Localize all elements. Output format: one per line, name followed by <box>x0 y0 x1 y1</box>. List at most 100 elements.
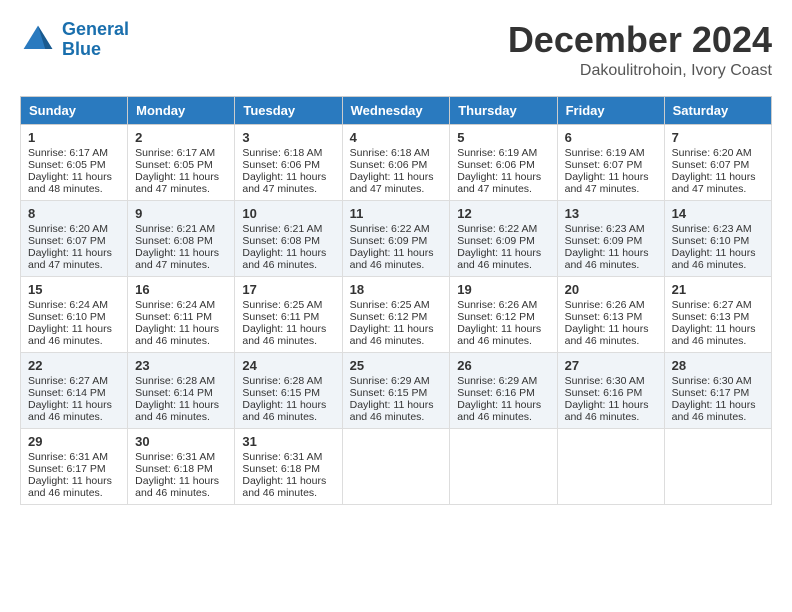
day-number: 15 <box>28 282 120 297</box>
daylight-label: Daylight: 11 hours and 46 minutes. <box>457 247 541 271</box>
sunrise-label: Sunrise: 6:24 AM <box>135 299 215 311</box>
day-number: 24 <box>242 358 334 373</box>
table-row: 17Sunrise: 6:25 AMSunset: 6:11 PMDayligh… <box>235 276 342 352</box>
sunrise-label: Sunrise: 6:19 AM <box>565 147 645 159</box>
logo-icon <box>20 22 56 58</box>
daylight-label: Daylight: 11 hours and 46 minutes. <box>457 323 541 347</box>
table-row: 2Sunrise: 6:17 AMSunset: 6:05 PMDaylight… <box>128 124 235 200</box>
sunrise-label: Sunrise: 6:20 AM <box>28 223 108 235</box>
sunrise-label: Sunrise: 6:23 AM <box>672 223 752 235</box>
daylight-label: Daylight: 11 hours and 46 minutes. <box>28 475 112 499</box>
table-row: 8Sunrise: 6:20 AMSunset: 6:07 PMDaylight… <box>21 200 128 276</box>
table-row: 23Sunrise: 6:28 AMSunset: 6:14 PMDayligh… <box>128 352 235 428</box>
calendar-week-row: 1Sunrise: 6:17 AMSunset: 6:05 PMDaylight… <box>21 124 772 200</box>
table-row: 7Sunrise: 6:20 AMSunset: 6:07 PMDaylight… <box>664 124 771 200</box>
sunset-label: Sunset: 6:13 PM <box>672 311 750 323</box>
table-row: 30Sunrise: 6:31 AMSunset: 6:18 PMDayligh… <box>128 428 235 504</box>
sunrise-label: Sunrise: 6:26 AM <box>457 299 537 311</box>
sunset-label: Sunset: 6:13 PM <box>565 311 643 323</box>
col-sunday: Sunday <box>21 96 128 124</box>
sunset-label: Sunset: 6:12 PM <box>457 311 535 323</box>
sunrise-label: Sunrise: 6:22 AM <box>350 223 430 235</box>
sunset-label: Sunset: 6:05 PM <box>28 159 106 171</box>
sunrise-label: Sunrise: 6:28 AM <box>135 375 215 387</box>
day-number: 29 <box>28 434 120 449</box>
sunrise-label: Sunrise: 6:26 AM <box>565 299 645 311</box>
sunset-label: Sunset: 6:11 PM <box>135 311 212 323</box>
day-number: 6 <box>565 130 657 145</box>
sunset-label: Sunset: 6:10 PM <box>28 311 106 323</box>
table-row: 26Sunrise: 6:29 AMSunset: 6:16 PMDayligh… <box>450 352 557 428</box>
sunrise-label: Sunrise: 6:30 AM <box>672 375 752 387</box>
sunset-label: Sunset: 6:07 PM <box>28 235 106 247</box>
daylight-label: Daylight: 11 hours and 48 minutes. <box>28 171 112 195</box>
sunset-label: Sunset: 6:05 PM <box>135 159 213 171</box>
table-row: 15Sunrise: 6:24 AMSunset: 6:10 PMDayligh… <box>21 276 128 352</box>
sunrise-label: Sunrise: 6:17 AM <box>135 147 215 159</box>
sunrise-label: Sunrise: 6:17 AM <box>28 147 108 159</box>
table-row <box>557 428 664 504</box>
sunrise-label: Sunrise: 6:31 AM <box>28 451 108 463</box>
sunrise-label: Sunrise: 6:23 AM <box>565 223 645 235</box>
sunset-label: Sunset: 6:09 PM <box>565 235 643 247</box>
daylight-label: Daylight: 11 hours and 47 minutes. <box>135 247 219 271</box>
sunrise-label: Sunrise: 6:27 AM <box>672 299 752 311</box>
sunset-label: Sunset: 6:16 PM <box>565 387 643 399</box>
sunset-label: Sunset: 6:17 PM <box>672 387 750 399</box>
sunset-label: Sunset: 6:06 PM <box>350 159 428 171</box>
day-number: 26 <box>457 358 549 373</box>
table-row <box>664 428 771 504</box>
title-block: December 2024 Dakoulitrohoin, Ivory Coas… <box>508 20 772 80</box>
daylight-label: Daylight: 11 hours and 47 minutes. <box>457 171 541 195</box>
day-number: 12 <box>457 206 549 221</box>
table-row: 1Sunrise: 6:17 AMSunset: 6:05 PMDaylight… <box>21 124 128 200</box>
daylight-label: Daylight: 11 hours and 47 minutes. <box>28 247 112 271</box>
daylight-label: Daylight: 11 hours and 46 minutes. <box>565 399 649 423</box>
logo: General Blue <box>20 20 129 60</box>
table-row: 14Sunrise: 6:23 AMSunset: 6:10 PMDayligh… <box>664 200 771 276</box>
sunset-label: Sunset: 6:07 PM <box>672 159 750 171</box>
daylight-label: Daylight: 11 hours and 47 minutes. <box>565 171 649 195</box>
day-number: 9 <box>135 206 227 221</box>
table-row: 3Sunrise: 6:18 AMSunset: 6:06 PMDaylight… <box>235 124 342 200</box>
sunset-label: Sunset: 6:15 PM <box>350 387 428 399</box>
col-tuesday: Tuesday <box>235 96 342 124</box>
col-wednesday: Wednesday <box>342 96 450 124</box>
table-row: 31Sunrise: 6:31 AMSunset: 6:18 PMDayligh… <box>235 428 342 504</box>
day-number: 31 <box>242 434 334 449</box>
calendar-week-row: 29Sunrise: 6:31 AMSunset: 6:17 PMDayligh… <box>21 428 772 504</box>
calendar-week-row: 22Sunrise: 6:27 AMSunset: 6:14 PMDayligh… <box>21 352 772 428</box>
col-thursday: Thursday <box>450 96 557 124</box>
sunrise-label: Sunrise: 6:31 AM <box>242 451 322 463</box>
table-row: 16Sunrise: 6:24 AMSunset: 6:11 PMDayligh… <box>128 276 235 352</box>
sunrise-label: Sunrise: 6:29 AM <box>457 375 537 387</box>
day-number: 21 <box>672 282 764 297</box>
day-number: 30 <box>135 434 227 449</box>
day-number: 7 <box>672 130 764 145</box>
daylight-label: Daylight: 11 hours and 47 minutes. <box>350 171 434 195</box>
day-number: 27 <box>565 358 657 373</box>
sunrise-label: Sunrise: 6:30 AM <box>565 375 645 387</box>
daylight-label: Daylight: 11 hours and 46 minutes. <box>457 399 541 423</box>
daylight-label: Daylight: 11 hours and 46 minutes. <box>28 323 112 347</box>
daylight-label: Daylight: 11 hours and 47 minutes. <box>242 171 326 195</box>
table-row: 6Sunrise: 6:19 AMSunset: 6:07 PMDaylight… <box>557 124 664 200</box>
sunset-label: Sunset: 6:14 PM <box>28 387 106 399</box>
table-row: 5Sunrise: 6:19 AMSunset: 6:06 PMDaylight… <box>450 124 557 200</box>
table-row: 21Sunrise: 6:27 AMSunset: 6:13 PMDayligh… <box>664 276 771 352</box>
daylight-label: Daylight: 11 hours and 46 minutes. <box>350 399 434 423</box>
main-title: December 2024 <box>508 20 772 60</box>
day-number: 19 <box>457 282 549 297</box>
day-number: 23 <box>135 358 227 373</box>
sunrise-label: Sunrise: 6:31 AM <box>135 451 215 463</box>
daylight-label: Daylight: 11 hours and 46 minutes. <box>135 323 219 347</box>
day-number: 18 <box>350 282 443 297</box>
day-number: 11 <box>350 206 443 221</box>
sunrise-label: Sunrise: 6:25 AM <box>242 299 322 311</box>
col-friday: Friday <box>557 96 664 124</box>
calendar-week-row: 15Sunrise: 6:24 AMSunset: 6:10 PMDayligh… <box>21 276 772 352</box>
sunset-label: Sunset: 6:18 PM <box>242 463 320 475</box>
sunset-label: Sunset: 6:09 PM <box>350 235 428 247</box>
sunset-label: Sunset: 6:09 PM <box>457 235 535 247</box>
table-row: 10Sunrise: 6:21 AMSunset: 6:08 PMDayligh… <box>235 200 342 276</box>
